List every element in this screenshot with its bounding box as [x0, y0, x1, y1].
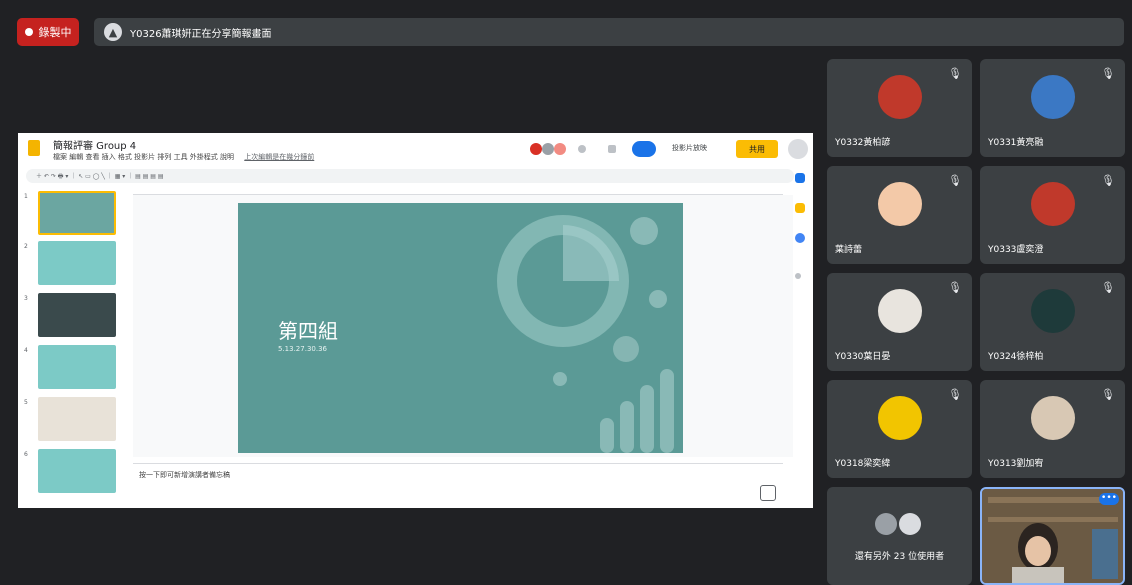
current-slide[interactable]: 第四組 5.13.27.30.36 [238, 203, 683, 453]
document-title[interactable]: 簡報評審 Group 4 [53, 137, 136, 152]
slide-thumbnail-4[interactable] [38, 345, 116, 389]
avatar [877, 289, 922, 333]
recording-label: 錄製中 [38, 26, 72, 39]
last-edit-link[interactable]: 上次編輯是在幾分鐘前 [244, 153, 314, 161]
avatar [877, 182, 922, 226]
thumbnail-number: 4 [24, 347, 28, 354]
ruler [133, 186, 783, 195]
slide-thumbnail-6[interactable] [38, 449, 116, 493]
slide-thumbnail-3[interactable] [38, 293, 116, 337]
comments-icon[interactable] [608, 145, 616, 153]
slide-filmstrip[interactable]: 1 2 3 4 5 6 [18, 187, 123, 493]
participant-name: Y0333盧奕澄 [988, 245, 1044, 255]
add-addon-icon[interactable] [795, 273, 801, 279]
avatar [877, 75, 922, 119]
tasks-icon[interactable] [795, 233, 805, 243]
meet-present-button[interactable] [632, 141, 656, 157]
participant-tile[interactable]: 🎙 Y0331黃亮融 [980, 59, 1125, 157]
calendar-icon[interactable] [795, 173, 805, 183]
slideshow-button[interactable]: 投影片放映 [672, 143, 707, 153]
account-avatar[interactable] [788, 139, 808, 159]
avatar [877, 396, 922, 440]
participant-name: Y0330葉日晏 [835, 352, 891, 362]
participant-name: Y0324徐梓柏 [988, 352, 1044, 362]
slides-logo-icon [28, 140, 40, 156]
participant-name: 葉詩蕾 [835, 245, 863, 255]
slides-header: 簡報評審 Group 4 檔案 編輯 查看 插入 格式 投影片 排列 工具 外掛… [18, 133, 813, 165]
self-video-tile[interactable]: ••• [980, 487, 1125, 585]
participant-name: Y0331黃亮融 [988, 138, 1044, 148]
thumbnail-number: 6 [24, 451, 28, 458]
mic-off-icon: 🎙 [1101, 67, 1115, 80]
slide-thumbnail-1[interactable] [38, 191, 116, 235]
menu-items[interactable]: 檔案 編輯 查看 插入 格式 投影片 排列 工具 外掛程式 說明 [53, 153, 234, 161]
speaker-notes[interactable]: 按一下即可新增演講者備忘稿 [133, 463, 783, 483]
mic-off-icon: 🎙 [948, 281, 962, 294]
explore-button[interactable] [760, 485, 776, 501]
avatar [1030, 289, 1075, 333]
presenting-banner: ▲ Y0326蕭琪姸正在分享簡報畫面 [94, 18, 1124, 46]
slide-thumbnail-5[interactable] [38, 397, 116, 441]
shared-screen: 簡報評審 Group 4 檔案 編輯 查看 插入 格式 投影片 排列 工具 外掛… [18, 133, 813, 508]
mic-off-icon: 🎙 [1101, 281, 1115, 294]
avatar [1030, 182, 1075, 226]
record-dot-icon [24, 28, 33, 36]
recording-button[interactable]: 錄製中 [17, 18, 79, 46]
side-panel-rail [791, 173, 811, 493]
thumbnail-number: 2 [24, 243, 28, 250]
share-button[interactable]: 共用 [736, 140, 778, 158]
participant-tile[interactable]: 🎙 Y0313劉加宥 [980, 380, 1125, 478]
participant-tile[interactable]: 🎙 Y0333盧奕澄 [980, 166, 1125, 264]
thumbnail-number: 3 [24, 295, 28, 302]
others-count-label: 還有另外 23 位使用者 [854, 552, 945, 562]
presenting-text: Y0326蕭琪姸正在分享簡報畫面 [130, 28, 272, 40]
slide-thumbnail-2[interactable] [38, 241, 116, 285]
participant-tile[interactable]: 🎙 Y0330葉日晏 [827, 273, 972, 371]
avatar [1030, 396, 1075, 440]
collaborator-avatar[interactable] [530, 143, 542, 155]
mic-off-icon: 🎙 [1101, 388, 1115, 401]
participant-name: Y0313劉加宥 [988, 459, 1044, 469]
participant-tile[interactable]: 🎙 Y0332黃柏諺 [827, 59, 972, 157]
mic-off-icon: 🎙 [948, 388, 962, 401]
presenter-avatar: ▲ [104, 23, 122, 41]
thumbnail-number: 1 [24, 193, 28, 200]
participant-tile[interactable]: 🎙 Y0318梁奕緯 [827, 380, 972, 478]
menu-bar[interactable]: 檔案 編輯 查看 插入 格式 投影片 排列 工具 外掛程式 說明 上次編輯是在幾… [53, 152, 314, 162]
avatar [875, 513, 897, 535]
others-tile[interactable]: 還有另外 23 位使用者 [827, 487, 972, 585]
more-options-icon[interactable]: ••• [1099, 493, 1119, 505]
avatar [1030, 75, 1075, 119]
participant-tile[interactable]: 🎙 葉詩蕾 [827, 166, 972, 264]
activity-icon[interactable] [578, 145, 586, 153]
slide-subtitle: 5.13.27.30.36 [278, 345, 327, 353]
collaborator-avatar[interactable] [554, 143, 566, 155]
mic-off-icon: 🎙 [948, 67, 962, 80]
participant-name: Y0332黃柏諺 [835, 138, 891, 148]
thumbnail-number: 5 [24, 399, 28, 406]
slide-title: 第四組 [278, 319, 338, 343]
participant-tile[interactable]: 🎙 Y0324徐梓柏 [980, 273, 1125, 371]
editing-toolbar[interactable]: ＋ ↶ ↷ 🖶 ▾ ｜ ↖ ▭ ◯ ╲ ｜ ▦ ▾ ｜ ▤ ▤ ▤ ▤ [26, 169, 794, 183]
participant-name: Y0318梁奕緯 [835, 459, 891, 469]
mic-off-icon: 🎙 [948, 174, 962, 187]
avatar [899, 513, 921, 535]
keep-icon[interactable] [795, 203, 805, 213]
mic-off-icon: 🎙 [1101, 174, 1115, 187]
collaborator-avatar[interactable] [542, 143, 554, 155]
